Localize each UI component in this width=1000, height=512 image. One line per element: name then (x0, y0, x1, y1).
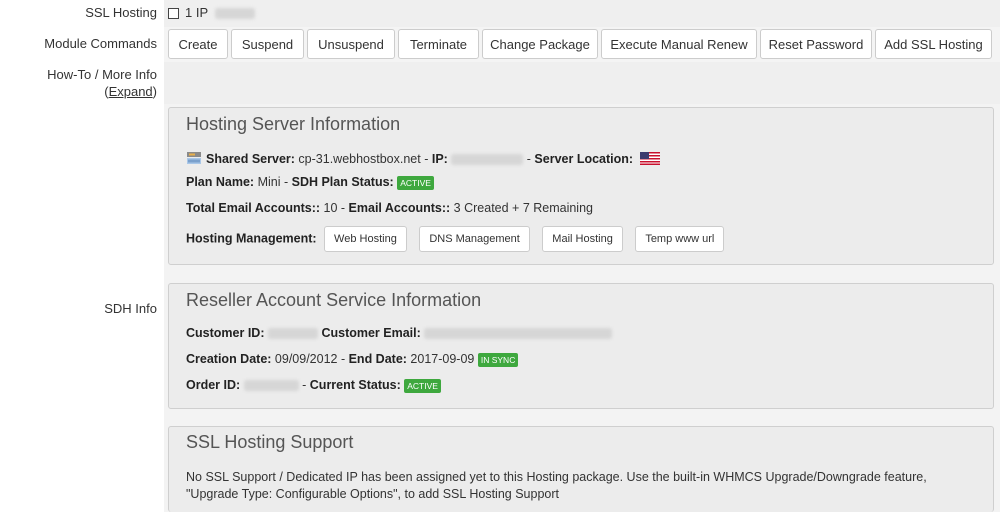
ssl-hosting-option: 1 IP (185, 5, 255, 20)
sdh-info-label: SDH Info (104, 301, 157, 316)
web-hosting-button[interactable]: Web Hosting (324, 226, 407, 252)
dates-line: Creation Date: 09/09/2012 - End Date: 20… (186, 352, 519, 367)
dns-management-button[interactable]: DNS Management (419, 226, 530, 252)
ip-redacted (214, 8, 255, 20)
email-accounts-value: 3 Created + 7 Remaining (453, 201, 593, 215)
shared-server-label: Shared Server: (206, 152, 295, 166)
plan-name-value: Mini (257, 175, 281, 189)
server-ip-redacted (451, 154, 524, 166)
ssl-hosting-field-bg (164, 0, 1000, 27)
ssl-hosting-checkbox[interactable] (168, 8, 179, 19)
order-id-redacted (243, 380, 299, 392)
temp-www-url-button[interactable]: Temp www url (635, 226, 725, 252)
end-date-value: 2017-09-09 (410, 352, 475, 366)
ssl-hosting-option-text: 1 IP (185, 5, 208, 20)
current-status-label: Current Status: (309, 378, 401, 392)
howto-expand: (Expand) (104, 84, 157, 99)
current-status-badge: ACTIVE (404, 378, 441, 393)
plan-line: Plan Name: Mini - SDH Plan Status: ACTIV… (186, 175, 434, 190)
email-accounts-label: Email Accounts:: (348, 201, 451, 215)
reset-password-button[interactable]: Reset Password (760, 29, 872, 59)
email-accounts-line: Total Email Accounts:: 10 - Email Accoun… (186, 201, 593, 215)
server-location-label: Server Location: (534, 152, 634, 166)
customer-id-label: Customer ID: (186, 326, 265, 340)
hosting-management-label: Hosting Management: (186, 231, 317, 246)
unsuspend-button[interactable]: Unsuspend (307, 29, 395, 59)
plan-status-label: SDH Plan Status: (291, 175, 394, 189)
create-button[interactable]: Create (168, 29, 228, 59)
customer-email-label: Customer Email: (321, 326, 421, 340)
creation-date-label: Creation Date: (186, 352, 272, 366)
ssl-hosting-label: SSL Hosting (85, 5, 157, 20)
add-ssl-hosting-button[interactable]: Add SSL Hosting (875, 29, 992, 59)
ssl-support-text-1: No SSL Support / Dedicated IP has been a… (186, 470, 927, 484)
execute-manual-renew-button[interactable]: Execute Manual Renew (601, 29, 757, 59)
plan-name-label: Plan Name: (186, 175, 255, 189)
suspend-button[interactable]: Suspend (231, 29, 304, 59)
module-commands-label: Module Commands (44, 36, 157, 51)
howto-field-bg (164, 62, 1000, 104)
creation-date-value: 09/09/2012 (274, 352, 338, 366)
us-flag-icon (639, 152, 660, 165)
customer-line: Customer ID: Customer Email: (186, 326, 613, 340)
shared-server-value: cp-31.webhostbox.net (298, 152, 421, 166)
expand-paren-close: ) (152, 84, 157, 99)
howto-label: How-To / More Info (47, 67, 157, 82)
order-line: Order ID: - Current Status: ACTIVE (186, 378, 441, 393)
hosting-server-panel: Hosting Server Information Shared Server… (168, 107, 994, 265)
ip-label: IP: (431, 152, 448, 166)
server-icon (186, 151, 202, 165)
reseller-title: Reseller Account Service Information (186, 290, 482, 310)
mail-hosting-button[interactable]: Mail Hosting (542, 226, 623, 252)
ssl-support-title: SSL Hosting Support (186, 432, 354, 452)
hosting-server-title: Hosting Server Information (186, 114, 401, 134)
change-package-button[interactable]: Change Package (482, 29, 598, 59)
reseller-panel: Reseller Account Service Information Cus… (168, 283, 994, 409)
terminate-button[interactable]: Terminate (398, 29, 479, 59)
sync-badge: IN SYNC (477, 352, 519, 367)
customer-id-redacted (267, 328, 318, 340)
end-date-label: End Date: (348, 352, 407, 366)
ssl-support-panel: SSL Hosting Support No SSL Support / Ded… (168, 426, 994, 512)
hosting-management-line: Hosting Management: Web Hosting DNS Mana… (186, 226, 725, 252)
total-email-label: Total Email Accounts:: (186, 201, 321, 215)
customer-email-redacted (424, 328, 613, 340)
expand-link[interactable]: Expand (109, 84, 153, 99)
ssl-support-text-2: "Upgrade Type: Configurable Options", to… (186, 487, 559, 501)
order-id-label: Order ID: (186, 378, 241, 392)
plan-status-badge: ACTIVE (397, 175, 434, 190)
shared-server-line: Shared Server: cp-31.webhostbox.net - IP… (186, 151, 660, 166)
total-email-value: 10 (323, 201, 338, 215)
